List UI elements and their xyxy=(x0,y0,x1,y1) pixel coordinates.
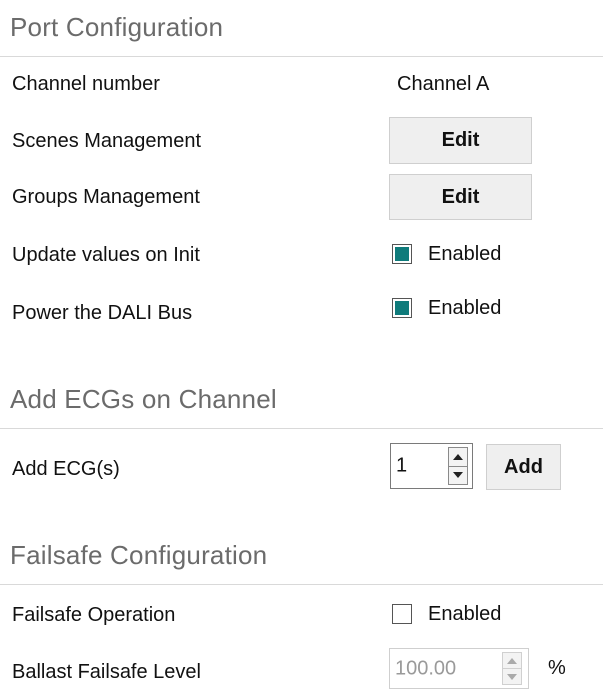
stepper-buttons[interactable] xyxy=(448,447,468,485)
power-dali-bus-label: Power the DALI Bus xyxy=(12,302,193,324)
increment-button[interactable] xyxy=(503,653,521,668)
failsafe-configuration-title: Failsafe Configuration xyxy=(10,540,268,570)
update-values-on-init-checkbox-label[interactable]: Enabled xyxy=(428,243,501,266)
scenes-management-label: Scenes Management xyxy=(12,130,202,152)
section-divider xyxy=(0,428,603,429)
ballast-failsafe-level-unit: % xyxy=(548,657,566,679)
update-values-on-init-label: Update values on Init xyxy=(12,244,200,266)
add-ecgs-title: Add ECGs on Channel xyxy=(10,384,277,414)
section-divider xyxy=(0,56,603,57)
port-configuration-title: Port Configuration xyxy=(10,12,224,42)
update-values-on-init-checkbox[interactable] xyxy=(392,244,412,264)
section-divider xyxy=(0,584,603,585)
power-dali-bus-checkbox[interactable] xyxy=(392,298,412,318)
channel-number-label: Channel number xyxy=(12,73,160,95)
chevron-down-icon xyxy=(507,673,517,680)
add-ecg-label: Add ECG(s) xyxy=(12,458,120,480)
chevron-up-icon xyxy=(507,657,517,664)
failsafe-operation-label: Failsafe Operation xyxy=(12,604,176,626)
stepper-buttons[interactable] xyxy=(502,652,522,685)
chevron-down-icon xyxy=(453,472,463,479)
add-ecg-count-value[interactable]: 1 xyxy=(396,455,407,478)
ballast-failsafe-level-label: Ballast Failsafe Level xyxy=(12,661,201,683)
add-ecg-count-stepper[interactable]: 1 xyxy=(390,443,473,489)
ballast-failsafe-level-value[interactable]: 100.00 xyxy=(395,657,456,680)
decrement-button[interactable] xyxy=(503,668,521,684)
ballast-failsafe-level-stepper[interactable]: 100.00 xyxy=(389,648,529,689)
power-dali-bus-checkbox-label[interactable]: Enabled xyxy=(428,297,501,320)
failsafe-operation-checkbox-label[interactable]: Enabled xyxy=(428,603,501,626)
failsafe-operation-checkbox[interactable] xyxy=(392,604,412,624)
groups-management-label: Groups Management xyxy=(12,186,200,208)
scenes-edit-button[interactable]: Edit xyxy=(389,117,532,164)
add-ecg-button[interactable]: Add xyxy=(486,444,561,490)
channel-number-value: Channel A xyxy=(397,73,490,95)
decrement-button[interactable] xyxy=(449,465,467,484)
chevron-up-icon xyxy=(453,453,463,460)
groups-edit-button[interactable]: Edit xyxy=(389,174,532,220)
increment-button[interactable] xyxy=(449,448,467,466)
